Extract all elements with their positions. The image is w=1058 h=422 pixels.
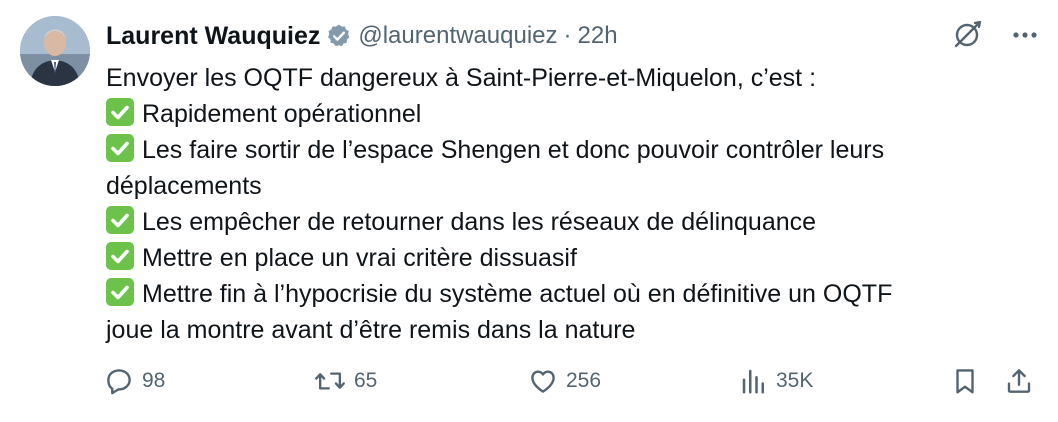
like-button[interactable]: 256 bbox=[528, 366, 601, 396]
tweet-text: Envoyer les OQTF dangereux à Saint-Pierr… bbox=[106, 60, 1006, 348]
list-item: Les empêcher de retourner dans les résea… bbox=[106, 204, 1006, 240]
like-icon bbox=[531, 370, 555, 393]
author-name[interactable]: Laurent Wauquiez bbox=[106, 22, 320, 51]
views-icon bbox=[742, 369, 764, 394]
check-mark-icon bbox=[106, 278, 134, 306]
check-mark-icon bbox=[106, 134, 134, 162]
list-item-continuation: joue la montre avant d’être remis dans l… bbox=[106, 316, 636, 344]
action-bar: 98 65 256 35K bbox=[104, 366, 1040, 402]
views-button[interactable]: 35K bbox=[740, 366, 813, 396]
more-icon[interactable] bbox=[1010, 20, 1040, 50]
check-mark-icon bbox=[106, 242, 134, 270]
share-button[interactable] bbox=[1004, 366, 1034, 396]
list-item: Les faire sortir de l’espace Shengen et … bbox=[106, 132, 1006, 168]
tweet[interactable]: Laurent Wauquiez @laurentwauquiez · 22h bbox=[0, 0, 1058, 422]
list-item-text: Mettre en place un vrai critère dissuasi… bbox=[142, 244, 577, 272]
list-item-text: Les faire sortir de l’espace Shengen et … bbox=[142, 136, 885, 164]
grok-icon[interactable] bbox=[950, 18, 984, 52]
reply-button[interactable]: 98 bbox=[104, 366, 165, 396]
top-actions bbox=[950, 18, 1040, 52]
avatar[interactable] bbox=[20, 16, 90, 86]
repost-count: 65 bbox=[354, 369, 378, 392]
views-count: 35K bbox=[776, 369, 814, 392]
author-handle[interactable]: @laurentwauquiez bbox=[358, 22, 557, 50]
list-item-text: Rapidement opérationnel bbox=[142, 100, 422, 128]
list-item-text: Mettre fin à l’hypocrisie du système act… bbox=[142, 280, 893, 308]
repost-icon bbox=[315, 372, 345, 390]
timestamp[interactable]: 22h bbox=[578, 22, 618, 50]
list-item: Rapidement opérationnel bbox=[106, 96, 1006, 132]
share-icon bbox=[1007, 369, 1031, 393]
bookmark-icon bbox=[956, 369, 974, 394]
reply-icon bbox=[107, 369, 131, 395]
list-item: Mettre en place un vrai critère dissuasi… bbox=[106, 240, 1006, 276]
separator-dot: · bbox=[563, 22, 572, 49]
tweet-header: Laurent Wauquiez @laurentwauquiez · 22h bbox=[106, 18, 1038, 54]
list-item-text: Les empêcher de retourner dans les résea… bbox=[142, 208, 817, 236]
repost-button[interactable]: 65 bbox=[314, 366, 377, 396]
reply-count: 98 bbox=[142, 369, 166, 392]
list-item: Mettre fin à l’hypocrisie du système act… bbox=[106, 276, 1006, 312]
like-count: 256 bbox=[566, 369, 602, 392]
list-item-continuation: déplacements bbox=[106, 172, 262, 200]
tweet-intro: Envoyer les OQTF dangereux à Saint-Pierr… bbox=[106, 64, 817, 92]
check-mark-icon bbox=[106, 206, 134, 234]
bookmark-button[interactable] bbox=[950, 366, 980, 396]
check-mark-icon bbox=[106, 98, 134, 126]
verified-badge-icon[interactable] bbox=[326, 23, 352, 49]
